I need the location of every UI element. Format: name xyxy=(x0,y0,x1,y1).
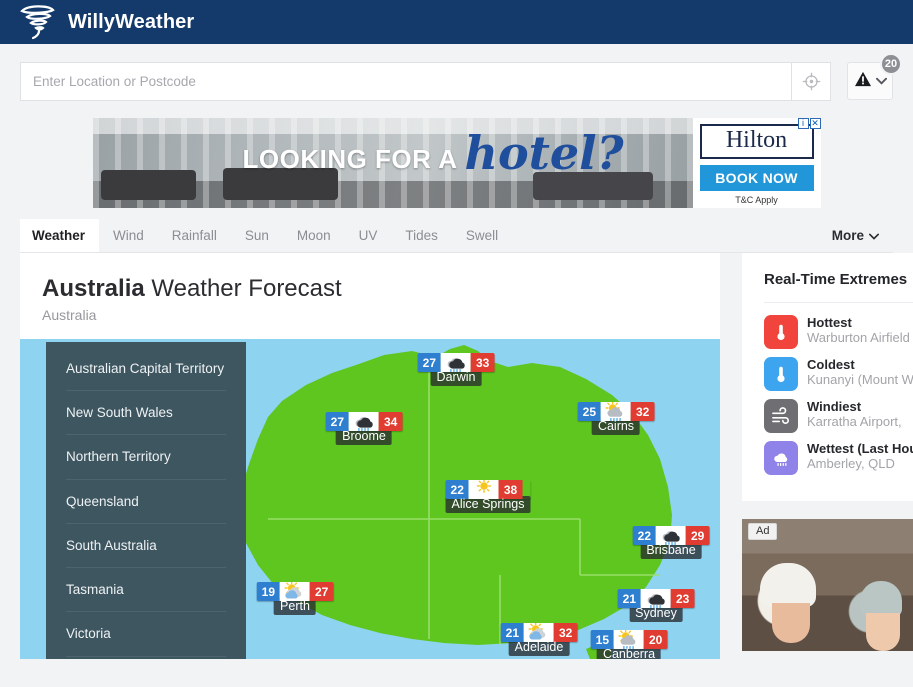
search-row: 20 xyxy=(0,44,913,118)
tab-sun[interactable]: Sun xyxy=(231,219,283,252)
state-item-nsw[interactable]: New South Wales xyxy=(66,391,226,436)
map-marker-broome[interactable]: 27 34 Broome xyxy=(325,412,403,445)
ad-decor-face xyxy=(866,613,900,651)
extreme-label: Windiest xyxy=(807,399,862,414)
page-title-block: Australia Weather Forecast Australia xyxy=(20,253,720,339)
forecast-main-column: Australia Weather Forecast Australia Aus… xyxy=(20,253,720,659)
city-label: Perth xyxy=(274,598,316,615)
map-marker-cairns[interactable]: 25 32 Cairns xyxy=(577,402,655,435)
australia-map[interactable]: Australian Capital Territory New South W… xyxy=(20,339,720,659)
extreme-location: Amberley, QLD xyxy=(807,456,895,471)
city-label: Brisbane xyxy=(640,542,702,559)
chevron-down-icon xyxy=(875,72,887,90)
ad-headline: LOOKING FOR A xyxy=(242,144,458,174)
chevron-down-icon xyxy=(869,228,879,243)
page-title-suffix: Weather Forecast xyxy=(144,275,342,302)
map-marker-alice-springs[interactable]: 22 38 Alice Springs xyxy=(445,480,531,513)
warning-triangle-icon xyxy=(854,71,872,92)
tab-rainfall[interactable]: Rainfall xyxy=(158,219,231,252)
thermometer-hot-icon xyxy=(764,315,798,349)
state-item-tas[interactable]: Tasmania xyxy=(66,568,226,613)
city-label: Alice Springs xyxy=(445,496,531,513)
top-ad-wrapper: LOOKING FOR A hotel? Hilton BOOK NOW T&C… xyxy=(0,118,913,208)
extremes-title: Real-Time Extremes xyxy=(764,271,908,288)
thermometer-cold-icon xyxy=(764,357,798,391)
state-item-sa[interactable]: South Australia xyxy=(66,524,226,569)
city-label: Broome xyxy=(336,428,392,445)
ad-decor-face xyxy=(772,603,810,643)
temp-max: 27 xyxy=(310,582,334,601)
cyclone-icon[interactable] xyxy=(14,2,60,42)
extreme-item-hottest[interactable]: Hottest Warburton Airfield xyxy=(764,315,913,349)
rain-cloud-icon xyxy=(764,441,798,475)
tab-swell[interactable]: Swell xyxy=(452,219,512,252)
ad-brand-panel[interactable]: Hilton BOOK NOW T&C Apply xyxy=(692,118,821,208)
warnings-count-badge: 20 xyxy=(880,53,902,75)
crosshair-locate-icon[interactable] xyxy=(791,61,831,101)
city-label: Adelaide xyxy=(508,639,570,656)
extremes-list: Hottest Warburton Airfield Coldest Kunanyi … xyxy=(764,315,913,475)
page-title: Australia Weather Forecast xyxy=(42,275,698,303)
extreme-item-wettest-last-hou[interactable]: Wettest (Last Hou Amberley, QLD xyxy=(764,441,913,475)
city-label: Darwin xyxy=(430,369,482,386)
ad-script-word: hotel? xyxy=(464,126,624,180)
extreme-label: Hottest xyxy=(807,315,852,330)
city-label: Cairns xyxy=(591,418,641,435)
search-box[interactable] xyxy=(20,61,791,101)
map-marker-brisbane[interactable]: 22 29 Brisbane xyxy=(632,526,710,559)
ad-brand-name: Hilton xyxy=(699,124,814,160)
temp-max: 32 xyxy=(631,402,655,421)
more-label: More xyxy=(831,228,864,243)
ad-terms: T&C Apply xyxy=(735,195,778,206)
brand-bar: WillyWeather xyxy=(0,0,913,44)
real-time-extremes-panel: Real-Time Extremes Hottest Warburton Airf… xyxy=(742,253,913,501)
wind-icon xyxy=(764,399,798,433)
state-item-qld[interactable]: Queensland xyxy=(66,480,226,524)
extreme-item-coldest[interactable]: Coldest Kunanyi (Mount W xyxy=(764,357,913,391)
extreme-location: Karratha Airport, xyxy=(807,414,902,429)
extreme-label: Wettest (Last Hou xyxy=(807,441,913,456)
sidebar-column: Real-Time Extremes Hottest Warburton Airf… xyxy=(742,253,913,659)
map-marker-canberra[interactable]: 15 20 Canberra xyxy=(590,630,668,659)
ad-cta-button[interactable]: BOOK NOW xyxy=(699,165,814,192)
map-marker-darwin[interactable]: 27 33 Darwin xyxy=(417,353,495,386)
tab-tides[interactable]: Tides xyxy=(391,219,452,252)
divider xyxy=(764,302,913,303)
content-area: Australia Weather Forecast Australia Aus… xyxy=(0,253,913,659)
ad-decor-sofa xyxy=(100,170,196,200)
ad-decor-hat xyxy=(860,581,902,617)
extreme-location: Warburton Airfield xyxy=(807,330,910,345)
extreme-label: Coldest xyxy=(807,357,855,372)
state-item-vic[interactable]: Victoria xyxy=(66,612,226,657)
city-label: Sydney xyxy=(629,605,683,622)
ad-label: Ad xyxy=(748,523,778,540)
state-item-nt[interactable]: Northern Territory xyxy=(66,435,226,480)
sidebar-ad[interactable]: Ad xyxy=(742,519,913,651)
page-subtitle: Australia xyxy=(42,307,97,323)
adchoices-info-icon[interactable]: i xyxy=(797,118,809,129)
temp-min: 19 xyxy=(256,582,280,601)
tab-weather[interactable]: Weather xyxy=(20,219,100,252)
top-ad-banner[interactable]: LOOKING FOR A hotel? Hilton BOOK NOW T&C… xyxy=(92,118,821,208)
map-marker-perth[interactable]: 19 27 Perth xyxy=(256,582,334,615)
city-label: Canberra xyxy=(596,646,662,659)
extreme-item-windiest[interactable]: Windiest Karratha Airport, xyxy=(764,399,913,433)
warnings-control[interactable]: 20 xyxy=(847,53,902,100)
tab-wind[interactable]: Wind xyxy=(99,219,158,252)
close-icon[interactable]: ✕ xyxy=(809,118,821,129)
page-title-region: Australia xyxy=(42,275,145,302)
ad-decor-hat xyxy=(760,563,816,607)
adchoices-controls[interactable]: i ✕ xyxy=(797,118,821,129)
search-input[interactable] xyxy=(21,62,791,100)
forecast-tabs: Weather Wind Rainfall Sun Moon UV Tides … xyxy=(20,219,893,253)
tab-moon[interactable]: Moon xyxy=(283,219,345,252)
state-list-panel: Australian Capital Territory New South W… xyxy=(46,342,246,659)
extreme-location: Kunanyi (Mount W xyxy=(807,372,913,387)
map-marker-sydney[interactable]: 21 23 Sydney xyxy=(617,589,695,622)
brand-wordmark[interactable]: WillyWeather xyxy=(68,11,194,34)
tab-uv[interactable]: UV xyxy=(345,219,392,252)
more-tabs-button[interactable]: More xyxy=(832,219,893,252)
state-item-act[interactable]: Australian Capital Territory xyxy=(66,342,226,392)
map-marker-adelaide[interactable]: 21 32 Adelaide xyxy=(500,623,578,656)
